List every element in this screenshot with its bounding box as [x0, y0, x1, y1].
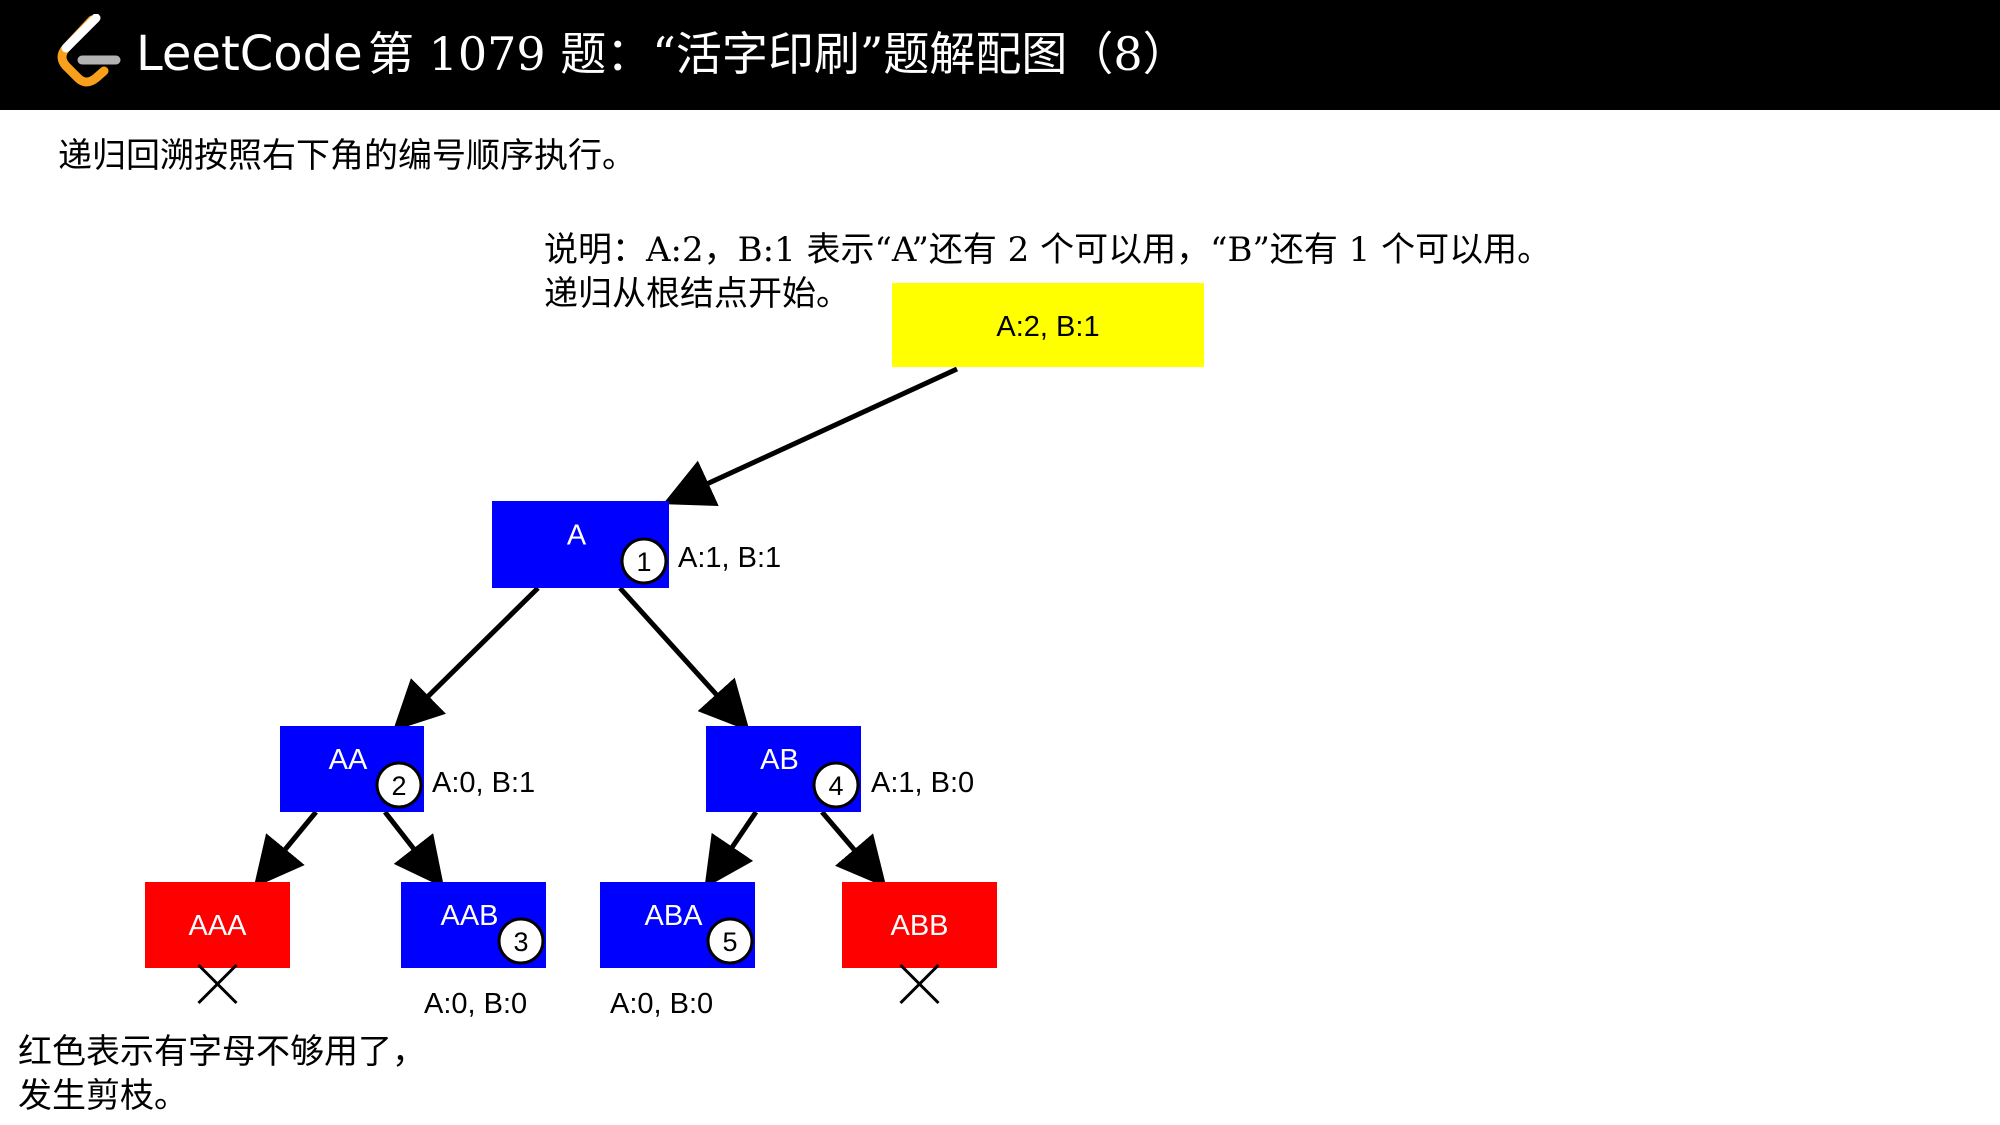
counts-A: A:1, B:1 [678, 542, 781, 574]
edge-A-AA [392, 586, 540, 732]
node-ABB-label: ABB [890, 910, 948, 942]
counts-AB: A:1, B:0 [871, 767, 974, 799]
node-ABA-label: ABA [644, 900, 703, 932]
node-AAA-label: AAA [188, 910, 247, 942]
node-A-label: A [567, 520, 587, 552]
recursion-tree-diagram: A:2, B:1 A 1 A:1, B:1 AA 2 A:0, B:1 AB 4 A:1, B:0… [145, 283, 1204, 1020]
order-badge-A-number: 1 [636, 547, 651, 577]
node-AAB-label: AAB [440, 900, 498, 932]
edge-AB-ABB [820, 810, 887, 888]
edge-A-AB [618, 586, 750, 732]
order-badge-AA-number: 2 [391, 771, 406, 801]
order-badge-AB-number: 4 [828, 771, 843, 801]
order-badge-AAB-number: 3 [513, 927, 528, 957]
edge-AB-ABA [704, 810, 759, 889]
node-AA-label: AA [329, 744, 368, 776]
counts-AA: A:0, B:1 [432, 767, 535, 799]
cross-icon-AAA [197, 963, 238, 1005]
order-badge-ABA-number: 5 [722, 927, 737, 957]
edge-AA-AAA [253, 810, 318, 888]
counts-AAB: A:0, B:0 [424, 988, 527, 1020]
node-root-label: A:2, B:1 [996, 311, 1099, 343]
cross-icon-ABB [899, 963, 940, 1005]
edge-AA-AAB [383, 810, 445, 888]
edge-root-A [662, 366, 959, 507]
node-AB-label: AB [760, 744, 799, 776]
counts-ABA: A:0, B:0 [610, 988, 713, 1020]
